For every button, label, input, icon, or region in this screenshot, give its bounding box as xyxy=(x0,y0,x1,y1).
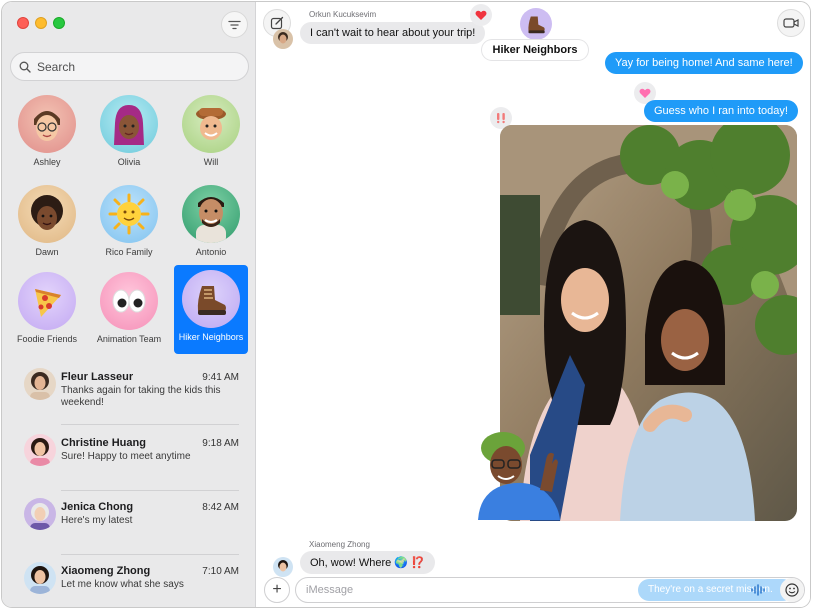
conversation-item[interactable]: Fleur Lasseur 9:41 AM Thanks again for t… xyxy=(2,362,255,425)
plus-icon: + xyxy=(272,581,282,598)
conversation-item[interactable]: Jenica Chong 8:42 AM Here's my latest xyxy=(2,492,255,555)
search-field[interactable]: Search xyxy=(10,52,249,81)
input-placeholder: iMessage xyxy=(306,584,354,596)
audio-waveform-icon[interactable] xyxy=(751,584,765,596)
memoji-sticker[interactable] xyxy=(468,420,568,520)
search-placeholder: Search xyxy=(37,59,76,74)
conversation-name: Xiaomeng Zhong xyxy=(61,565,151,577)
pinned-name: Animation Team xyxy=(96,334,162,344)
pinned-rico-family[interactable]: Rico Family xyxy=(92,180,166,269)
message-bubble[interactable]: Guess who I ran into today! xyxy=(644,100,798,122)
conversation-name: Fleur Lasseur xyxy=(61,371,134,383)
message-bubble[interactable]: Yay for being home! And same here! xyxy=(605,52,803,74)
exclamation-icon xyxy=(497,113,505,124)
hiking-boot-icon xyxy=(528,16,545,34)
conversation-preview: Sure! Happy to meet anytime xyxy=(61,451,191,462)
avatar xyxy=(182,185,240,243)
zoom-window-button[interactable] xyxy=(53,17,65,29)
pinned-name: Will xyxy=(203,157,219,167)
avatar xyxy=(182,270,240,328)
pinned-name: Hiker Neighbors xyxy=(178,332,244,342)
avatar xyxy=(100,95,158,153)
group-name: Hiker Neighbors xyxy=(482,40,588,60)
avatar xyxy=(24,368,56,400)
pinned-name: Olivia xyxy=(117,157,141,167)
video-call-button[interactable] xyxy=(777,9,805,37)
heart-icon xyxy=(639,88,651,98)
group-avatar xyxy=(520,8,552,40)
apps-plus-button[interactable]: + xyxy=(264,577,290,603)
pinned-name: Rico Family xyxy=(105,247,153,257)
conversation-time: 8:42 AM xyxy=(202,502,239,513)
message-bubble[interactable]: I can't wait to hear about your trip! xyxy=(300,22,486,44)
conversation-name: Christine Huang xyxy=(61,437,146,449)
conversation-item[interactable]: Xiaomeng Zhong 7:10 AM Let me know what … xyxy=(2,556,255,607)
pinned-antonio[interactable]: Antonio xyxy=(174,180,248,269)
avatar xyxy=(18,95,76,153)
pinned-ashley[interactable]: Ashley xyxy=(10,90,84,179)
emoji-icon xyxy=(785,583,799,597)
avatar xyxy=(100,272,158,330)
conversation-name: Jenica Chong xyxy=(61,501,134,513)
video-icon xyxy=(783,18,799,28)
sender-avatar xyxy=(273,557,293,577)
chat-pane: Orkun Kucuksevim I can't wait to hear ab… xyxy=(256,2,810,607)
message-bubble[interactable]: Oh, wow! Where 🌍 ⁉️ xyxy=(300,551,435,574)
filter-button[interactable] xyxy=(221,11,248,38)
close-window-button[interactable] xyxy=(17,17,29,29)
pinned-foodie-friends[interactable]: Foodie Friends xyxy=(10,267,84,356)
conversation-header[interactable]: Hiker Neighbors xyxy=(482,8,592,62)
avatar xyxy=(18,272,76,330)
conversation-time: 7:10 AM xyxy=(202,566,239,577)
pinned-name: Antonio xyxy=(195,247,227,257)
pinned-animation-team[interactable]: Animation Team xyxy=(92,267,166,356)
avatar xyxy=(24,434,56,466)
emoji-button[interactable] xyxy=(780,578,804,602)
avatar xyxy=(18,185,76,243)
conversation-time: 9:41 AM xyxy=(202,372,239,383)
divider xyxy=(61,424,239,425)
sidebar: Search Ashley Olivia Will Dawn Rico Fami… xyxy=(2,2,256,607)
avatar xyxy=(182,95,240,153)
pinned-olivia[interactable]: Olivia xyxy=(92,90,166,179)
avatar xyxy=(100,185,158,243)
minimize-window-button[interactable] xyxy=(35,17,47,29)
conversation-time: 9:18 AM xyxy=(202,438,239,449)
conversation-preview: Here's my latest xyxy=(61,515,133,526)
filter-icon xyxy=(228,20,241,29)
compose-icon xyxy=(270,16,284,30)
search-icon xyxy=(19,61,31,73)
eyes-icon xyxy=(112,289,146,313)
pinned-name: Dawn xyxy=(35,247,59,257)
divider xyxy=(61,490,239,491)
sender-name: Xiaomeng Zhong xyxy=(309,540,370,549)
avatar xyxy=(24,498,56,530)
sender-name: Orkun Kucuksevim xyxy=(309,10,377,19)
messages-window: Search Ashley Olivia Will Dawn Rico Fami… xyxy=(1,1,811,608)
drafting-bubble: They're on a secret mission. xyxy=(638,579,794,601)
avatar xyxy=(24,562,56,594)
conversation-item[interactable]: Christine Huang 9:18 AM Sure! Happy to m… xyxy=(2,428,255,491)
sender-avatar xyxy=(273,29,293,49)
conversation-preview: Let me know what she says xyxy=(61,579,184,590)
pizza-icon xyxy=(35,289,61,317)
conversation-preview: Thanks again for taking the kids this we… xyxy=(61,385,221,408)
divider xyxy=(61,554,239,555)
pinned-will[interactable]: Will xyxy=(174,90,248,179)
hiking-boot-icon xyxy=(197,286,226,315)
pinned-name: Ashley xyxy=(33,157,61,167)
pinned-name: Foodie Friends xyxy=(16,334,78,344)
pinned-dawn[interactable]: Dawn xyxy=(10,180,84,269)
pinned-hiker-neighbors[interactable]: Hiker Neighbors xyxy=(174,265,248,354)
